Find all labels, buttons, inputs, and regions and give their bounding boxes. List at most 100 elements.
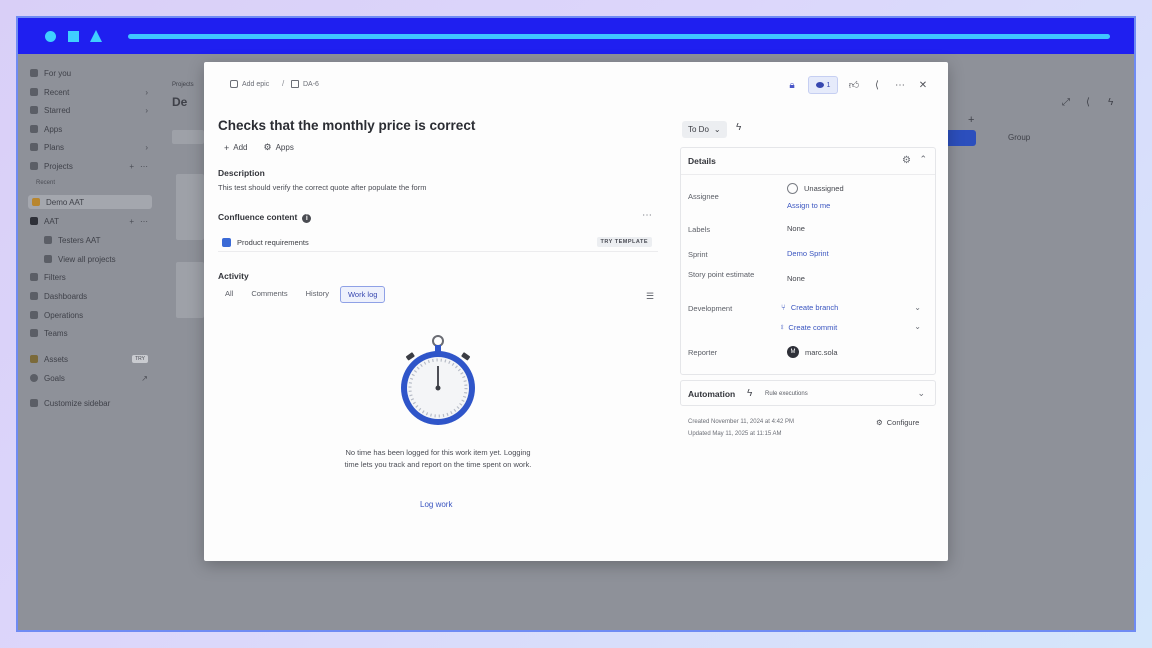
apps-button[interactable]: ⚙ Apps xyxy=(264,142,294,153)
sidebar-view-all-projects[interactable]: View all projects xyxy=(44,252,116,266)
tab-history[interactable]: History xyxy=(299,286,336,303)
tab-all[interactable]: All xyxy=(218,286,240,303)
sidebar-item-filters[interactable]: Filters xyxy=(30,270,66,284)
plans-icon xyxy=(30,143,38,151)
customize-icon xyxy=(30,399,38,407)
external-link-icon: ↗ xyxy=(141,373,148,383)
details-heading: Details xyxy=(688,156,716,166)
close-icon[interactable]: ✕ xyxy=(916,78,930,92)
background-group-dropdown: Group xyxy=(1008,133,1031,142)
sprint-label: Sprint xyxy=(688,250,708,259)
plus-icon[interactable]: + xyxy=(129,162,134,171)
operations-icon xyxy=(30,311,38,319)
sidebar-project-testers-aat[interactable]: Testers AAT xyxy=(44,233,101,247)
sidebar-item-goals[interactable]: Goals ↗ xyxy=(30,371,148,385)
background-search-box xyxy=(172,130,204,144)
sidebar-item-for-you[interactable]: For you xyxy=(30,66,71,80)
lightning-icon[interactable]: ϟ xyxy=(736,122,750,136)
assignee-label: Assignee xyxy=(688,192,719,201)
avatar-placeholder-icon xyxy=(787,183,798,194)
sidebar-item-starred[interactable]: Starred › xyxy=(30,103,148,117)
plus-icon[interactable]: + xyxy=(129,217,134,226)
sort-icon[interactable]: ☰ xyxy=(646,291,654,302)
sprint-value[interactable]: Demo Sprint xyxy=(787,249,829,258)
sidebar-item-apps[interactable]: Apps xyxy=(30,122,62,136)
story-point-value[interactable]: None xyxy=(787,274,805,283)
chevron-down-icon[interactable]: ⌄ xyxy=(914,322,921,331)
description-text[interactable]: This test should verify the correct quot… xyxy=(218,183,426,192)
labels-label: Labels xyxy=(688,225,711,234)
tab-work-log[interactable]: Work log xyxy=(339,286,386,303)
like-icon[interactable]: 👍︎ xyxy=(847,78,861,92)
configure-button[interactable]: ⚙ Configure xyxy=(876,418,919,427)
try-template-button[interactable]: TRY TEMPLATE xyxy=(596,237,652,247)
chevron-right-icon: › xyxy=(145,87,148,97)
sidebar-project-demo-aat[interactable]: Demo AAT xyxy=(28,195,152,209)
description-heading: Description xyxy=(218,168,265,178)
log-work-link[interactable]: Log work xyxy=(420,500,452,509)
project-avatar-icon xyxy=(32,198,40,206)
status-dropdown[interactable]: To Do ⌄ xyxy=(682,121,727,138)
sidebar-item-assets[interactable]: Assets TRY xyxy=(30,352,148,366)
lightning-icon: ϟ xyxy=(747,388,753,399)
chevron-down-icon[interactable]: ⌄ xyxy=(914,303,921,312)
sidebar-item-operations[interactable]: Operations xyxy=(30,308,83,322)
sidebar-item-teams[interactable]: Teams xyxy=(30,326,68,340)
sidebar-project-aat[interactable]: AAT + ⋯ xyxy=(30,214,148,228)
more-icon[interactable]: ⋯ xyxy=(642,210,653,221)
eye-icon xyxy=(815,82,824,88)
add-epic-link[interactable]: Add epic xyxy=(230,80,269,88)
sidebar-item-dashboards[interactable]: Dashboards xyxy=(30,289,87,303)
updated-timestamp: Updated May 11, 2025 at 11:15 AM xyxy=(688,431,782,437)
empty-worklog-message: No time has been logged for this work it… xyxy=(344,448,532,469)
background-card xyxy=(176,262,204,318)
more-icon[interactable]: ⋯ xyxy=(140,162,148,171)
reporter-value[interactable]: Mmarc.sola xyxy=(787,346,838,358)
commit-icon: ⦂ xyxy=(781,322,784,331)
chevron-up-icon[interactable]: ⌃ xyxy=(919,154,927,165)
gear-icon: ⚙ xyxy=(876,418,883,427)
confluence-page-row[interactable]: Product requirements TRY TEMPLATE xyxy=(218,234,658,252)
title-actions: + Add ⚙ Apps xyxy=(224,142,294,153)
recent-section-label: Recent xyxy=(36,180,56,186)
project-avatar-icon xyxy=(30,217,38,225)
share-icon[interactable]: ⟨ xyxy=(870,78,884,92)
info-icon[interactable]: i xyxy=(302,214,312,223)
chevron-down-icon: ⌄ xyxy=(713,125,721,134)
lock-icon[interactable]: 🔒︎ xyxy=(785,78,799,92)
chevron-right-icon: › xyxy=(145,142,148,152)
add-button[interactable]: + Add xyxy=(224,142,248,153)
labels-value[interactable]: None xyxy=(787,224,805,233)
create-commit-link[interactable]: ⦂ Create commit xyxy=(781,322,837,332)
issue-key-link[interactable]: DA-6 xyxy=(291,80,319,88)
edit-icon xyxy=(230,80,238,88)
gear-icon[interactable]: ⚙ xyxy=(902,155,911,166)
teams-icon xyxy=(30,329,38,337)
rule-executions-label: Rule executions xyxy=(765,391,808,397)
address-bar[interactable] xyxy=(128,34,1110,39)
background-breadcrumb: Projects xyxy=(172,82,194,88)
tab-comments[interactable]: Comments xyxy=(244,286,294,303)
automation-heading: Automation xyxy=(688,389,736,399)
create-branch-link[interactable]: ⑂ Create branch xyxy=(781,303,838,312)
work-item-modal: Add epic / DA-6 🔒︎ 1 👍︎ ⟨ ⋯ ✕ Checks tha… xyxy=(204,62,948,561)
automation-panel[interactable]: Automation ϟ Rule executions ⌄ xyxy=(680,380,936,406)
reporter-label: Reporter xyxy=(688,348,718,357)
share-icon: ⟨ xyxy=(1086,97,1090,108)
sidebar-item-projects[interactable]: Projects + ⋯ xyxy=(30,159,148,173)
more-icon[interactable]: ⋯ xyxy=(140,217,148,226)
assignee-value[interactable]: Unassigned xyxy=(787,183,844,194)
sidebar-customize[interactable]: Customize sidebar xyxy=(30,396,110,410)
sidebar-item-recent[interactable]: Recent › xyxy=(30,85,148,99)
work-item-title[interactable]: Checks that the monthly price is correct xyxy=(218,118,475,133)
sidebar-item-plans[interactable]: Plans › xyxy=(30,140,148,154)
stopwatch-icon xyxy=(401,335,475,425)
try-badge: TRY xyxy=(132,355,148,363)
created-timestamp: Created November 11, 2024 at 4:42 PM xyxy=(688,419,794,425)
goals-icon xyxy=(30,374,38,382)
header-actions: 🔒︎ 1 👍︎ ⟨ ⋯ ✕ xyxy=(785,76,930,94)
activity-tabs: All Comments History Work log xyxy=(218,286,386,303)
assign-to-me-link[interactable]: Assign to me xyxy=(787,201,830,210)
watch-button[interactable]: 1 xyxy=(808,76,838,94)
more-icon[interactable]: ⋯ xyxy=(893,78,907,92)
